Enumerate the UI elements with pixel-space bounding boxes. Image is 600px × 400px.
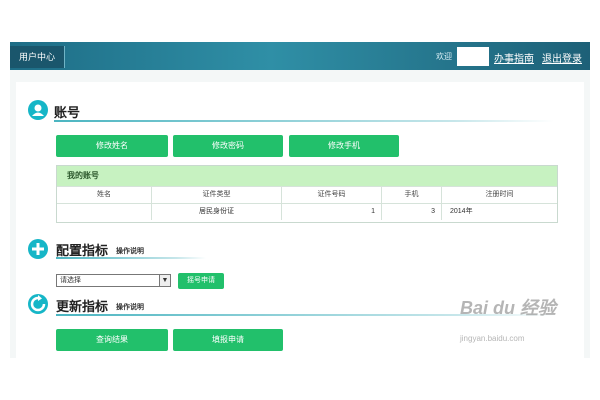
top-nav-bar: 用户中心 欢迎 办事指南 退出登录: [10, 42, 590, 70]
update-section-title: 更新指标: [56, 299, 109, 314]
user-icon: [28, 100, 48, 120]
col-name: 姓名: [57, 187, 152, 203]
my-account-table: 我的账号 姓名 证件类型 证件号码 手机 注册时间 居民身份证 1 3 2014…: [56, 165, 558, 223]
query-results-button[interactable]: 查询结果: [56, 329, 168, 351]
update-help-link[interactable]: 操作说明: [116, 302, 144, 312]
guide-link[interactable]: 办事指南: [494, 50, 534, 65]
my-account-table-title: 我的账号: [57, 166, 557, 186]
account-section-divider: [54, 120, 554, 122]
indicator-select[interactable]: 请选择: [56, 274, 171, 287]
brand-tab-user-center[interactable]: 用户中心: [10, 46, 66, 68]
edit-name-button[interactable]: 修改姓名: [56, 135, 168, 157]
table-header-row: 姓名 证件类型 证件号码 手机 注册时间: [57, 186, 557, 203]
edit-password-button[interactable]: 修改密码: [173, 135, 283, 157]
col-phone: 手机: [382, 187, 442, 203]
plus-icon: [28, 239, 48, 259]
cell-register-time: 2014年: [450, 208, 473, 215]
logout-link[interactable]: 退出登录: [542, 50, 582, 65]
refresh-icon: [28, 294, 48, 314]
col-id-type: 证件类型: [152, 187, 282, 203]
config-section-divider: [56, 257, 206, 259]
submit-application-button[interactable]: 填报申请: [173, 329, 283, 351]
col-register-time: 注册时间: [485, 191, 514, 198]
cell-id-type: 居民身份证: [152, 204, 282, 220]
baidu-watermark-url: jingyan.baidu.com: [460, 334, 525, 343]
welcome-text: 欢迎: [436, 52, 452, 61]
table-row: 居民身份证 1 3 2014年: [57, 203, 557, 220]
edit-phone-button[interactable]: 修改手机: [289, 135, 399, 157]
cell-id-number: 1: [282, 204, 382, 220]
cell-phone: 3: [382, 204, 442, 220]
cell-name: [57, 204, 152, 220]
account-section-title: 账号: [54, 105, 81, 120]
lottery-apply-button[interactable]: 摇号申请: [178, 273, 224, 289]
baidu-watermark: Bai du 经验: [460, 298, 557, 318]
config-help-link[interactable]: 操作说明: [116, 246, 144, 256]
chevron-down-icon[interactable]: ▼: [159, 274, 171, 287]
col-id-number: 证件号码: [282, 187, 382, 203]
username-display-box: [457, 47, 489, 66]
